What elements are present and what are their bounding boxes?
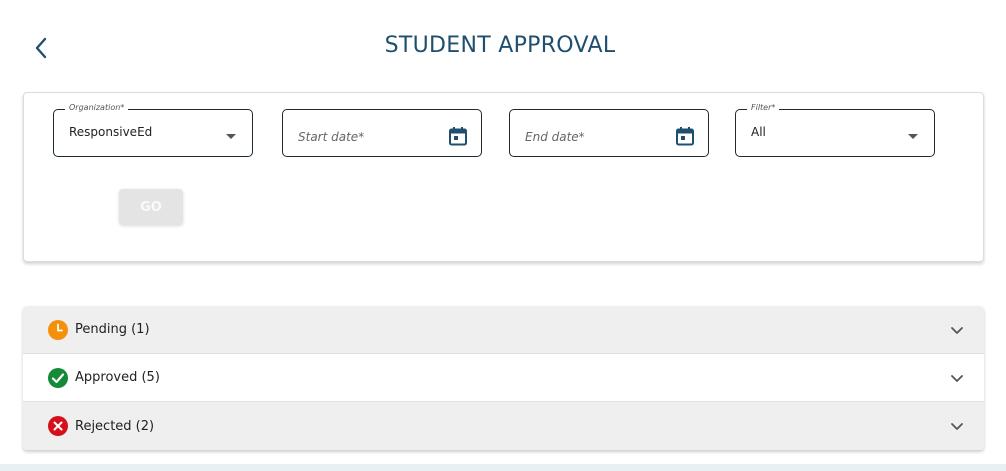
approval-accordion: Pending (1) Approved (5) Rejected (2) [23, 306, 984, 450]
cancel-circle-icon [48, 416, 68, 436]
organization-value: ResponsiveEd [69, 125, 153, 139]
caret-down-icon [908, 134, 918, 139]
start-date-placeholder: Start date* [298, 130, 365, 144]
filter-card: Organization* ResponsiveEd Start date* E… [23, 92, 984, 262]
chevron-down-icon[interactable] [950, 371, 964, 385]
accordion-pending[interactable]: Pending (1) [23, 306, 984, 354]
check-circle-icon [48, 367, 68, 388]
rejected-label: Rejected (2) [75, 418, 155, 434]
organization-label: Organization* [65, 103, 129, 112]
pending-clock-icon [48, 319, 68, 340]
calendar-icon[interactable] [448, 126, 468, 146]
end-date-placeholder: End date* [525, 130, 585, 144]
bottom-strip [0, 464, 1006, 471]
filter-value: All [751, 125, 766, 139]
start-date-field[interactable]: Start date* [282, 109, 482, 157]
chevron-down-icon[interactable] [950, 419, 964, 433]
filter-select[interactable]: Filter* All [735, 103, 935, 157]
pending-label: Pending (1) [75, 322, 150, 337]
go-button[interactable]: GO [119, 189, 183, 225]
chevron-down-icon[interactable] [950, 323, 964, 337]
end-date-field[interactable]: End date* [509, 109, 709, 157]
accordion-rejected[interactable]: Rejected (2) [23, 402, 984, 450]
filter-label: Filter* [747, 103, 780, 112]
page: STUDENT APPROVAL Organization* Responsiv… [0, 0, 1006, 471]
calendar-icon[interactable] [675, 126, 695, 146]
page-title: STUDENT APPROVAL [384, 33, 616, 58]
accordion-approved[interactable]: Approved (5) [23, 354, 984, 402]
approved-label: Approved (5) [75, 370, 160, 385]
organization-select[interactable]: Organization* ResponsiveEd [53, 103, 253, 157]
caret-down-icon [226, 134, 236, 139]
